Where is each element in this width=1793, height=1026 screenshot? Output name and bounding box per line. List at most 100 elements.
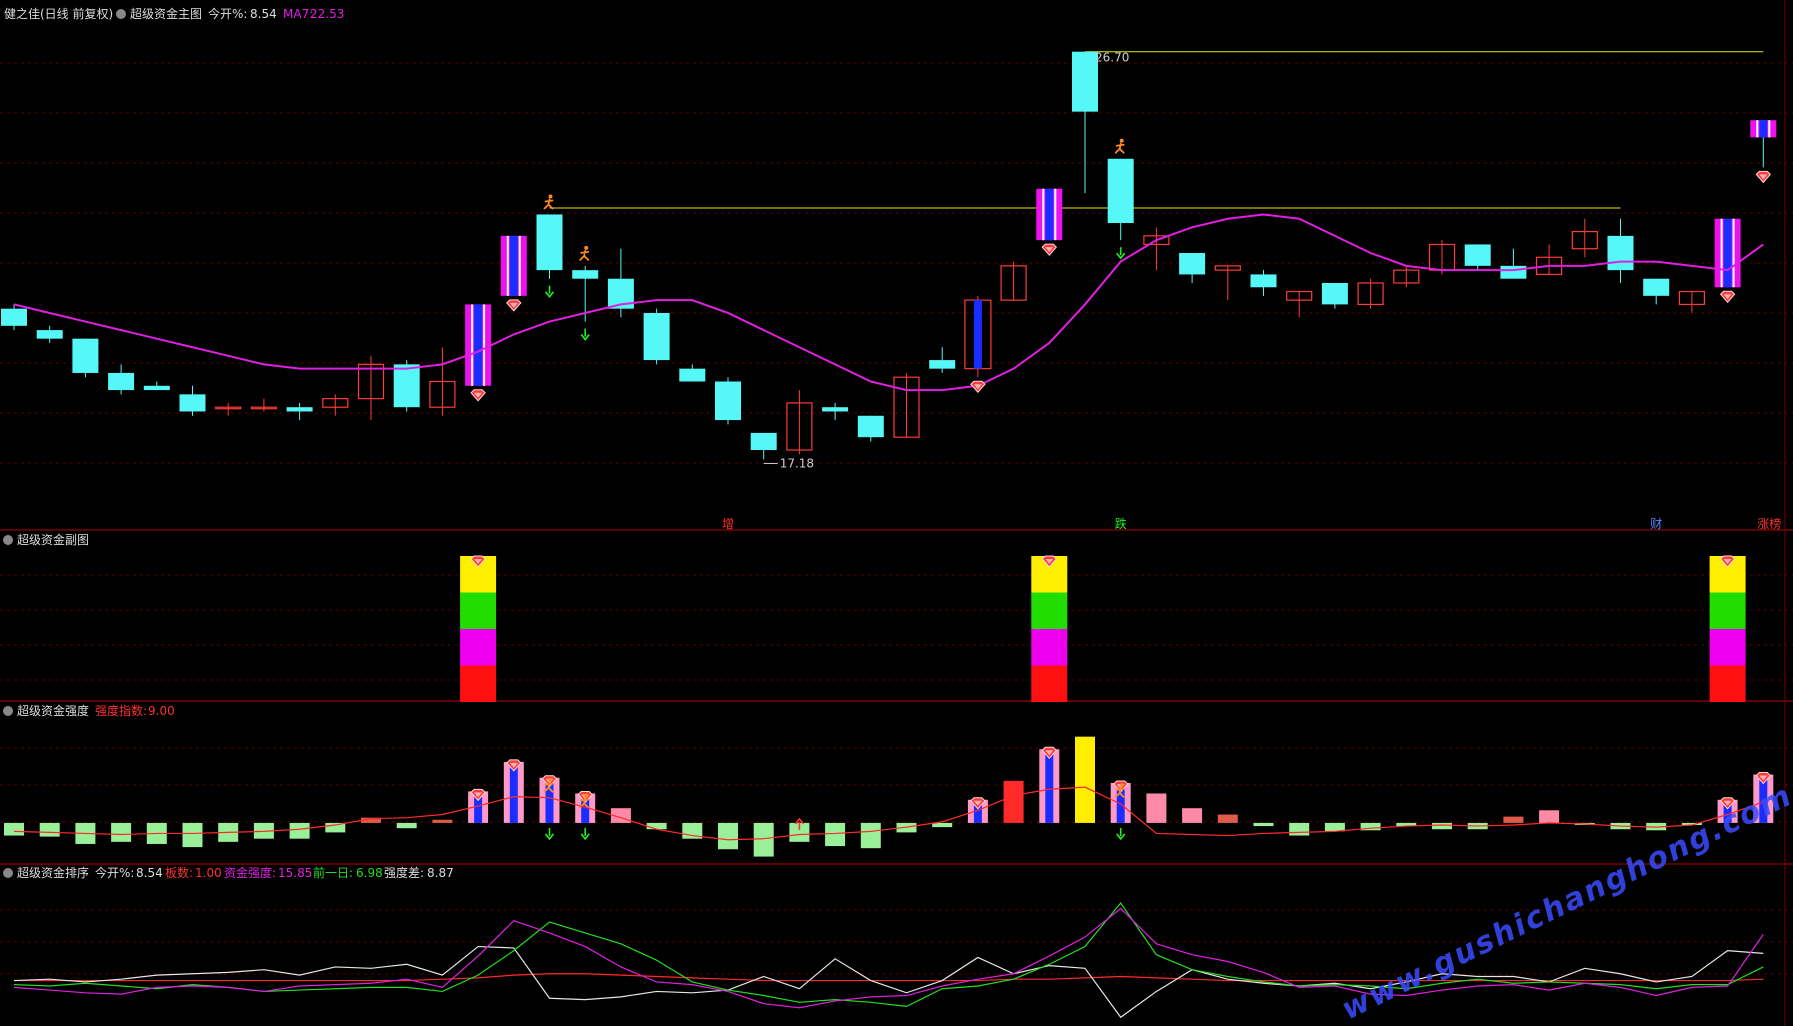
collapse-icon[interactable] [116,9,126,19]
stock-title: 健之佳(日线 前复权) [4,6,113,21]
signal-segment [1709,629,1746,666]
candle-body [750,432,777,451]
signal-candle-core [509,235,518,296]
strength-bar-body [825,822,846,847]
signal-candle-stripe [506,235,509,296]
signal-candle-stripe [1720,218,1723,288]
strength-bar-core [1045,749,1054,823]
strength-bar [718,822,738,850]
fund-strength-value: 15.85 [278,866,312,880]
candle-body [1607,235,1634,271]
strength-bar-body [289,822,310,839]
strength-bar-body [1539,810,1560,823]
strength-bar [1075,736,1095,823]
collapse-icon[interactable] [3,535,13,545]
strength-bar-body [39,822,60,837]
runner-head [1119,782,1124,787]
signal-stack [1709,555,1746,702]
signal-segment [460,665,497,702]
signal-candle-stripe [1768,120,1771,138]
strength-bar [646,822,667,830]
candle-body [572,270,599,279]
axis-event-label: 跌 [1115,516,1127,531]
candle [1036,188,1063,241]
candle [72,338,99,378]
signal-candle-stripe [1732,218,1735,288]
strength-diff-value: 8.87 [427,866,454,880]
strength-bar [1253,822,1274,827]
signal-stack [1031,555,1068,702]
strength-bar-body [1253,822,1274,827]
candle-body [72,338,99,373]
signal-stack [460,555,497,702]
candle [715,377,741,425]
strength-bar-body [1289,822,1310,836]
strength-bar [1503,816,1524,823]
candle-body [715,381,741,421]
candle-body [1,308,27,326]
board-label: 板数: [165,865,193,880]
strength-bar [1039,746,1060,823]
strength-bar [396,822,417,829]
strength-bar-body [1503,816,1524,823]
rank-open-pct-value: 8.54 [136,866,163,880]
strength-bar [1146,793,1167,823]
strength-bar-body [111,822,132,842]
strength-bar-body [1432,822,1452,830]
signal-candle-stripe [1756,120,1759,138]
candle [643,308,670,365]
ma7-value: 22.53 [310,7,344,21]
strength-bar-body [860,822,881,849]
strength-bar [432,819,453,823]
candle [1714,218,1741,288]
strength-bar-body [396,822,417,829]
signal-candle-core [1723,218,1732,288]
signal-segment [1031,592,1068,629]
signal-segment [1709,665,1746,702]
candle [500,235,527,296]
candle-body [1250,274,1277,288]
strength-bar-body [4,822,24,836]
chart-stage[interactable]: 增跌财涨榜 健之佳(日线 前复权) 超级资金主图 今开%: 8.54 MA7: … [0,0,1793,1026]
strength-bar [825,822,846,847]
low-price-label: 17.18 [780,456,814,470]
strength-bar [1217,814,1238,823]
signal-candle-core [1759,120,1768,138]
candle-body [143,385,170,391]
signal-segment [460,629,497,666]
strength-bar-body [718,822,738,850]
sub-panel-title: 超级资金副图 [17,532,89,547]
runner-head [548,777,553,782]
signal-segment [1031,629,1068,666]
runner-head [548,194,553,199]
signal-candle-core [1045,188,1054,241]
collapse-icon[interactable] [3,706,13,716]
strength-bar [932,822,953,828]
runner-head [1119,138,1124,143]
rank-panel-title: 超级资金排序 [17,865,89,880]
candle [536,214,563,279]
strength-bar [39,822,60,837]
strength-bar [1289,822,1310,836]
strength-bar [1003,780,1024,823]
candle-body [1643,278,1670,296]
strength-bar-body [1146,793,1167,823]
strength-bar [503,759,524,823]
axis-event-label: 涨榜 [1757,516,1781,531]
candle-body [36,330,63,339]
ma7-label: MA7: [283,7,313,21]
signal-candle-stripe [518,235,521,296]
signal-candle-core [973,300,982,369]
strength-index-value: 9.00 [148,704,175,718]
strength-bar [1324,822,1345,832]
strength-bar [1432,822,1452,830]
strength-panel-title: 超级资金强度 [17,703,89,718]
strength-index-label: 强度指数: [95,703,147,718]
strength-bar [1182,808,1203,823]
axis-event-label: 增 [722,517,734,531]
signal-candle-core [474,304,483,386]
strength-bar-body [432,819,453,823]
candle [465,304,492,386]
strength-bar [860,822,881,849]
collapse-icon[interactable] [3,868,13,878]
